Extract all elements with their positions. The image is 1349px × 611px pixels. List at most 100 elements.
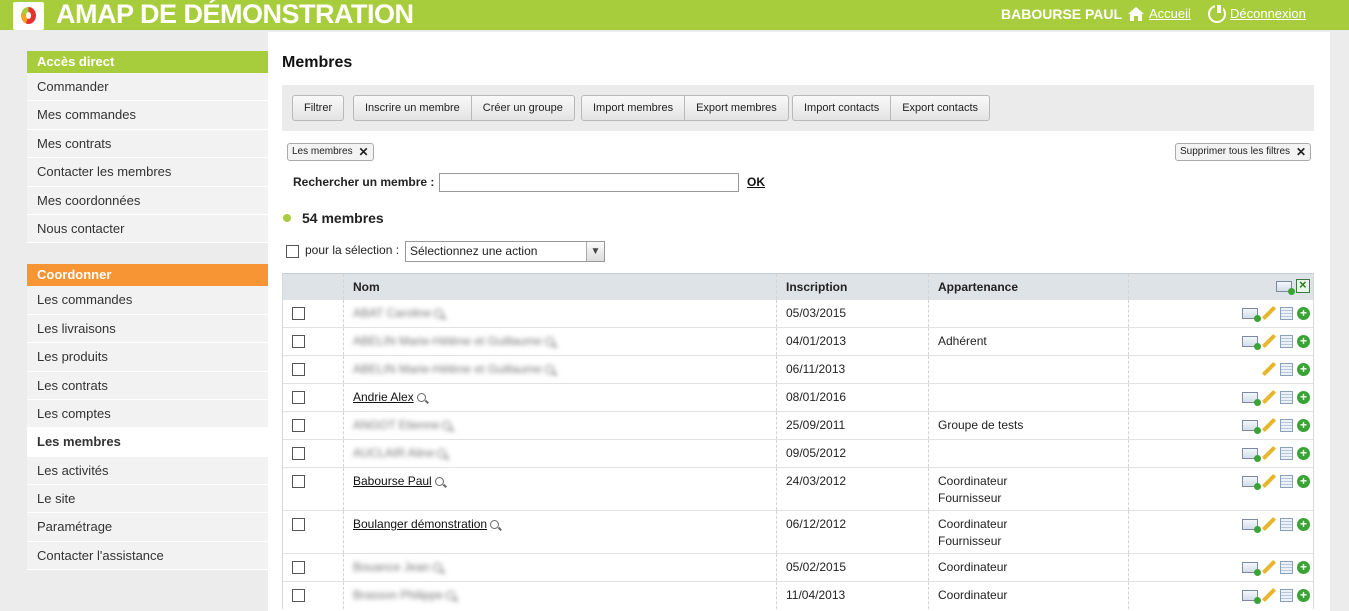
sidebar-item-nous-contacter[interactable]: Nous contacter xyxy=(27,214,270,244)
sidebar-item-les-comptes[interactable]: Les comptes xyxy=(27,399,270,429)
magnifier-icon[interactable] xyxy=(446,591,456,600)
edit-pencil-icon[interactable] xyxy=(1262,474,1276,488)
email-icon[interactable] xyxy=(1242,589,1261,604)
add-icon[interactable]: + xyxy=(1297,390,1310,404)
email-icon[interactable] xyxy=(1242,447,1261,462)
magnifier-icon[interactable] xyxy=(434,477,444,486)
email-icon[interactable] xyxy=(1242,561,1261,576)
magnifier-icon[interactable] xyxy=(434,309,444,318)
details-sheet-icon[interactable] xyxy=(1280,362,1293,376)
row-checkbox[interactable] xyxy=(292,447,305,460)
row-checkbox[interactable] xyxy=(292,561,305,574)
email-icon[interactable] xyxy=(1242,518,1261,533)
import-members-button[interactable]: Import membres xyxy=(582,96,686,120)
row-checkbox[interactable] xyxy=(292,419,305,432)
row-checkbox[interactable] xyxy=(292,307,305,320)
add-icon[interactable]: + xyxy=(1297,446,1310,460)
details-sheet-icon[interactable] xyxy=(1280,474,1293,488)
sidebar-item-commander[interactable]: Commander xyxy=(27,73,270,102)
sidebar-item-mes-coordonnees[interactable]: Mes coordonnées xyxy=(27,186,270,215)
sidebar-item-le-site[interactable]: Le site xyxy=(27,485,270,514)
row-checkbox[interactable] xyxy=(292,335,305,348)
add-icon[interactable]: + xyxy=(1297,362,1310,376)
sidebar-item-les-membres[interactable]: Les membres xyxy=(27,428,270,457)
row-checkbox[interactable] xyxy=(292,589,305,602)
edit-pencil-icon[interactable] xyxy=(1262,334,1276,348)
edit-pencil-icon[interactable] xyxy=(1262,560,1276,574)
home-link[interactable]: Accueil xyxy=(1149,6,1191,21)
member-name-link[interactable]: Brasson Philippe xyxy=(353,588,443,602)
add-icon[interactable]: + xyxy=(1297,588,1310,602)
email-all-icon[interactable] xyxy=(1276,280,1295,295)
home-icon[interactable] xyxy=(1127,6,1145,22)
add-icon[interactable]: + xyxy=(1297,306,1310,320)
member-name-link[interactable]: Babourse Paul xyxy=(353,474,432,488)
add-icon[interactable]: + xyxy=(1297,334,1310,348)
email-icon[interactable] xyxy=(1242,419,1261,434)
sidebar-item-les-activites[interactable]: Les activités xyxy=(27,456,270,486)
details-sheet-icon[interactable] xyxy=(1280,334,1293,348)
details-sheet-icon[interactable] xyxy=(1280,446,1293,460)
magnifier-icon[interactable] xyxy=(416,393,426,402)
import-contacts-button[interactable]: Import contacts xyxy=(793,96,892,120)
action-select[interactable]: Sélectionnez une action ▼ xyxy=(405,241,605,262)
details-sheet-icon[interactable] xyxy=(1280,588,1293,602)
filter-chip[interactable]: Les membres ✕ xyxy=(287,143,374,161)
column-header-registration[interactable]: Inscription xyxy=(786,280,847,294)
edit-pencil-icon[interactable] xyxy=(1262,362,1276,376)
sidebar-item-contacter-membres[interactable]: Contacter les membres xyxy=(27,158,270,187)
column-header-membership[interactable]: Appartenance xyxy=(938,280,1018,294)
details-sheet-icon[interactable] xyxy=(1280,517,1293,531)
edit-pencil-icon[interactable] xyxy=(1262,446,1276,460)
email-icon[interactable] xyxy=(1242,307,1261,322)
export-contacts-button[interactable]: Export contacts xyxy=(891,96,989,120)
sidebar-item-les-livraisons[interactable]: Les livraisons xyxy=(27,314,270,344)
member-name-link[interactable]: ANGOT Etienne xyxy=(353,418,439,432)
sidebar-item-mes-contrats[interactable]: Mes contrats xyxy=(27,129,270,159)
email-icon[interactable] xyxy=(1242,391,1261,406)
register-member-button[interactable]: Inscrire un membre xyxy=(354,96,472,120)
export-members-button[interactable]: Export membres xyxy=(685,96,788,120)
magnifier-icon[interactable] xyxy=(490,520,500,529)
email-icon[interactable] xyxy=(1242,475,1261,490)
clear-filters-chip[interactable]: Supprimer tous les filtres ✕ xyxy=(1175,143,1312,161)
select-all-checkbox[interactable] xyxy=(286,245,299,258)
search-ok-link[interactable]: OK xyxy=(747,175,765,189)
add-icon[interactable]: + xyxy=(1297,474,1310,488)
member-name-link[interactable]: AUCLAIR Aline xyxy=(353,446,434,460)
details-sheet-icon[interactable] xyxy=(1280,306,1293,320)
close-icon[interactable]: ✕ xyxy=(359,144,369,160)
edit-pencil-icon[interactable] xyxy=(1262,306,1276,320)
magnifier-icon[interactable] xyxy=(544,337,554,346)
excel-export-icon[interactable] xyxy=(1296,277,1310,293)
edit-pencil-icon[interactable] xyxy=(1262,517,1276,531)
close-icon[interactable]: ✕ xyxy=(1296,144,1306,160)
magnifier-icon[interactable] xyxy=(432,563,442,572)
details-sheet-icon[interactable] xyxy=(1280,390,1293,404)
edit-pencil-icon[interactable] xyxy=(1262,588,1276,602)
add-icon[interactable]: + xyxy=(1297,418,1310,432)
filter-button[interactable]: Filtrer xyxy=(293,96,343,120)
row-checkbox[interactable] xyxy=(292,518,305,531)
search-input[interactable] xyxy=(439,173,739,192)
sidebar-item-contacter-assistance[interactable]: Contacter l'assistance xyxy=(27,541,270,571)
member-name-link[interactable]: ABELIN Marie-Hélène et Guillaume xyxy=(353,362,542,376)
sidebar-item-mes-commandes[interactable]: Mes commandes xyxy=(27,101,270,130)
member-name-link[interactable]: ABELIN Marie-Hélène et Guillaume xyxy=(353,334,542,348)
edit-pencil-icon[interactable] xyxy=(1262,418,1276,432)
sidebar-item-les-produits[interactable]: Les produits xyxy=(27,343,270,372)
magnifier-icon[interactable] xyxy=(437,449,447,458)
details-sheet-icon[interactable] xyxy=(1280,418,1293,432)
create-group-button[interactable]: Créer un groupe xyxy=(472,96,574,120)
add-icon[interactable]: + xyxy=(1297,517,1310,531)
row-checkbox[interactable] xyxy=(292,363,305,376)
column-header-name[interactable]: Nom xyxy=(353,280,380,294)
magnifier-icon[interactable] xyxy=(442,421,452,430)
add-icon[interactable]: + xyxy=(1297,560,1310,574)
sidebar-item-les-contrats[interactable]: Les contrats xyxy=(27,371,270,400)
sidebar-item-parametrage[interactable]: Paramétrage xyxy=(27,513,270,542)
edit-pencil-icon[interactable] xyxy=(1262,390,1276,404)
member-name-link[interactable]: Andrie Alex xyxy=(353,390,414,404)
row-checkbox[interactable] xyxy=(292,391,305,404)
member-name-link[interactable]: Boulanger démonstration xyxy=(353,517,487,531)
